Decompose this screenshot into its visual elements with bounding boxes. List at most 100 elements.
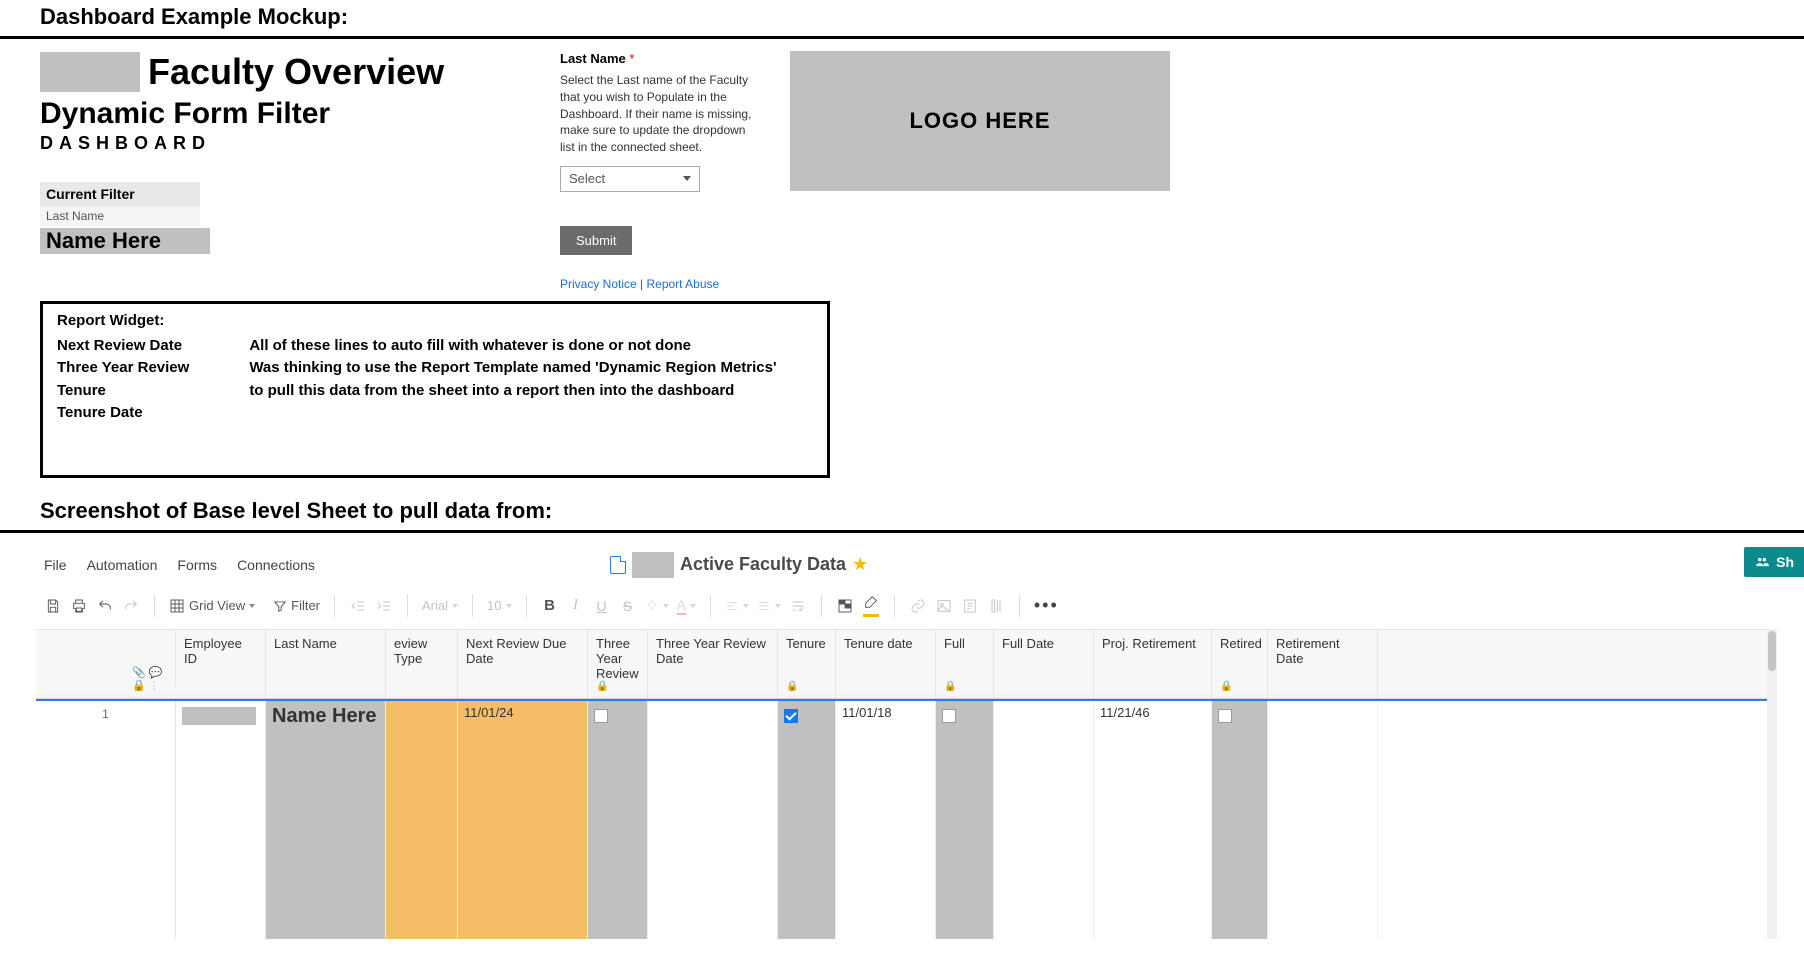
italic-icon[interactable]: I <box>567 597 585 615</box>
last-name-select[interactable]: Select <box>560 166 700 192</box>
filter-button[interactable]: Filter <box>273 598 320 613</box>
col-next-review-due[interactable]: Next Review Due Date <box>458 630 588 698</box>
form-field-label: Last Name * <box>560 51 760 66</box>
people-icon <box>1754 555 1770 569</box>
col-last-name[interactable]: Last Name <box>266 630 386 698</box>
redo-icon[interactable] <box>122 597 140 615</box>
checkbox-checked[interactable] <box>784 709 798 723</box>
col-retirement-date[interactable]: Retirement Date <box>1268 630 1378 698</box>
save-icon[interactable] <box>44 597 62 615</box>
sheet-screenshot: File Automation Forms Connections Active… <box>0 535 1804 949</box>
privacy-notice-link[interactable]: Privacy Notice <box>560 277 637 291</box>
dynamic-form-filter-title: Dynamic Form Filter <box>40 97 530 131</box>
cell-retired[interactable] <box>1212 701 1268 939</box>
submit-button[interactable]: Submit <box>560 226 632 255</box>
menu-file[interactable]: File <box>44 557 67 573</box>
form-footer-links: Privacy Notice | Report Abuse <box>560 277 760 291</box>
lock-icon: 🔒 <box>786 681 827 692</box>
menu-automation[interactable]: Automation <box>87 557 158 573</box>
current-filter-widget: Current Filter Last Name <box>40 182 200 226</box>
cell-proj-retirement[interactable]: 11/21/46 <box>1094 701 1212 939</box>
col-three-year-review-date[interactable]: Three Year Review Date <box>648 630 778 698</box>
col-full[interactable]: Full🔒 <box>936 630 994 698</box>
row-number[interactable]: 1 <box>36 701 175 721</box>
col-retired[interactable]: Retired🔒 <box>1212 630 1268 698</box>
report-widget-title: Report Widget: <box>57 312 813 329</box>
dashboard-mockup: Faculty Overview Dynamic Form Filter DAS… <box>0 41 1804 291</box>
chevron-down-icon <box>683 176 691 181</box>
grid-body: 1 Name Here 11/01/24 11/01/18 11/21/46 <box>36 699 1767 939</box>
fill-color-icon[interactable] <box>645 599 669 613</box>
highlight-icon[interactable] <box>862 597 880 615</box>
cell-three-year-review[interactable] <box>588 701 648 939</box>
cell-employee-id[interactable] <box>176 701 266 939</box>
grid-icon <box>169 598 185 614</box>
cell-three-year-review-date[interactable] <box>648 701 778 939</box>
cell-tenure-date[interactable]: 11/01/18 <box>836 701 936 939</box>
form-help-text: Select the Last name of the Faculty that… <box>560 72 760 156</box>
sheet-grid: 📎 💬 🔒 ⋮ Employee ID Last Name eview Type… <box>36 629 1768 939</box>
logo-here-placeholder: LOGO HERE <box>790 51 1170 191</box>
checkbox-unchecked[interactable] <box>594 709 608 723</box>
bold-icon[interactable]: B <box>541 597 559 615</box>
font-size-dropdown[interactable]: 10 <box>487 598 511 613</box>
star-icon[interactable]: ★ <box>852 554 868 575</box>
share-button[interactable]: Sh <box>1744 547 1804 577</box>
row-attachment-icons: 📎 💬 🔒 ⋮ <box>132 666 175 692</box>
lock-icon: 🔒 <box>1220 681 1259 692</box>
filter-icon <box>273 599 287 613</box>
menu-forms[interactable]: Forms <box>177 557 217 573</box>
undo-icon[interactable] <box>96 597 114 615</box>
cell-next-review-due[interactable]: 11/01/24 <box>458 701 588 939</box>
cell-review-type[interactable] <box>386 701 458 939</box>
strikethrough-icon[interactable]: S <box>619 597 637 615</box>
report-abuse-link[interactable]: Report Abuse <box>646 277 719 291</box>
more-icon[interactable]: ••• <box>1034 595 1059 616</box>
select-placeholder: Select <box>569 171 605 186</box>
cell-retirement-date[interactable] <box>1268 701 1378 939</box>
sheet-toolbar: Grid View Filter Arial 10 B I U S A ••• <box>0 585 1804 623</box>
grid-header-row: 📎 💬 🔒 ⋮ Employee ID Last Name eview Type… <box>36 629 1767 699</box>
cell-full-date[interactable] <box>994 701 1094 939</box>
checkbox-unchecked[interactable] <box>942 709 956 723</box>
outdent-icon[interactable] <box>349 597 367 615</box>
report-widget: Report Widget: Next Review Date Three Ye… <box>40 301 830 478</box>
cell-full[interactable] <box>936 701 994 939</box>
mockup-heading: Dashboard Example Mockup: <box>0 0 1804 34</box>
underline-icon[interactable]: U <box>593 597 611 615</box>
sheet-name: Active Faculty Data <box>680 554 846 575</box>
col-tenure-date[interactable]: Tenure date <box>836 630 936 698</box>
align-vertical-icon[interactable] <box>757 599 781 613</box>
report-widget-description: All of these lines to auto fill with wha… <box>249 335 776 425</box>
col-three-year-review[interactable]: Three Year Review🔒 <box>588 630 648 698</box>
sheet-menu-bar: File Automation Forms Connections <box>44 557 315 573</box>
vertical-scrollbar[interactable] <box>1767 629 1777 939</box>
wrap-text-icon[interactable] <box>789 597 807 615</box>
col-full-date[interactable]: Full Date <box>994 630 1094 698</box>
lock-column-icon[interactable] <box>987 597 1005 615</box>
col-proj-retirement[interactable]: Proj. Retirement <box>1094 630 1212 698</box>
text-color-icon[interactable]: A <box>677 597 696 615</box>
cell-last-name[interactable]: Name Here <box>266 701 386 939</box>
image-icon[interactable] <box>935 597 953 615</box>
indent-icon[interactable] <box>375 597 393 615</box>
checkbox-unchecked[interactable] <box>1218 709 1232 723</box>
print-icon[interactable] <box>70 597 88 615</box>
menu-connections[interactable]: Connections <box>237 557 315 573</box>
font-dropdown[interactable]: Arial <box>422 598 458 613</box>
name-here-placeholder: Name Here <box>40 228 210 254</box>
sheet-heading: Screenshot of Base level Sheet to pull d… <box>0 494 1804 528</box>
sheet-icon <box>610 556 626 574</box>
attachment-icon[interactable] <box>961 597 979 615</box>
required-asterisk: * <box>629 51 634 66</box>
col-employee-id[interactable]: Employee ID <box>176 630 266 698</box>
grid-view-dropdown[interactable]: Grid View <box>169 598 255 614</box>
conditional-format-icon[interactable] <box>836 597 854 615</box>
link-icon[interactable] <box>909 597 927 615</box>
lock-icon: 🔒 <box>944 681 985 692</box>
col-review-type[interactable]: eview Type <box>386 630 458 698</box>
col-tenure[interactable]: Tenure🔒 <box>778 630 836 698</box>
cell-tenure[interactable] <box>778 701 836 939</box>
sheet-title-area: Active Faculty Data ★ <box>610 552 868 578</box>
align-horizontal-icon[interactable] <box>725 599 749 613</box>
